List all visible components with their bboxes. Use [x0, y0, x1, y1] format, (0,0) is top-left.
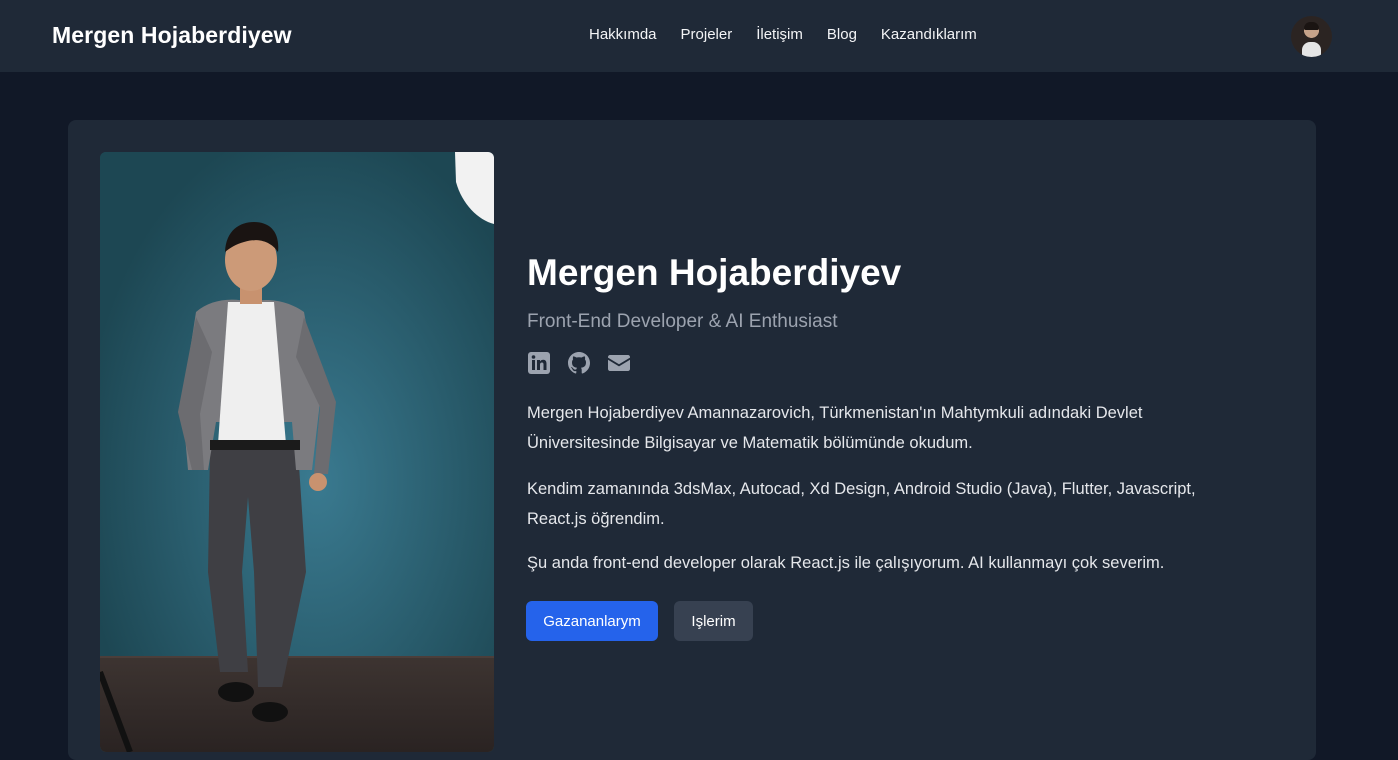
nav-link-hakkimda[interactable]: Hakkımda — [589, 26, 657, 43]
hero-subtitle: Front-End Developer & AI Enthusiast — [527, 311, 838, 332]
nav-link-projeler[interactable]: Projeler — [681, 26, 733, 43]
email-icon[interactable] — [607, 351, 631, 375]
bio-paragraph-2: Kendim zamanında 3dsMax, Autocad, Xd Des… — [527, 480, 1196, 528]
nav-link-blog[interactable]: Blog — [827, 26, 857, 43]
nav-link-iletisim[interactable]: İletişim — [756, 26, 803, 43]
nav-link-kazandiklarim[interactable]: Kazandıklarım — [881, 26, 977, 43]
profile-avatar[interactable] — [1291, 16, 1332, 57]
avatar-shirt — [1302, 42, 1321, 57]
achievements-button[interactable]: Gazananlarym — [526, 601, 658, 641]
top-navbar: Mergen Hojaberdiyew Hakkımda Projeler İl… — [0, 0, 1398, 72]
hero-name: Mergen Hojaberdiyev — [527, 252, 902, 293]
main-nav: Hakkımda Projeler İletişim Blog Kazandık… — [589, 26, 977, 43]
site-brand[interactable]: Mergen Hojaberdiyew — [52, 22, 292, 49]
profile-photo — [100, 152, 494, 752]
works-button[interactable]: Işlerim — [674, 601, 753, 641]
github-icon[interactable] — [567, 351, 591, 375]
linkedin-icon[interactable] — [527, 351, 551, 375]
bio-paragraph-1: Mergen Hojaberdiyev Amannazarovich, Türk… — [527, 404, 1143, 452]
bio-paragraph-3: Şu anda front-end developer olarak React… — [527, 554, 1165, 572]
portrait-illustration — [100, 152, 494, 752]
social-links — [527, 351, 631, 375]
avatar-hair — [1304, 22, 1319, 30]
